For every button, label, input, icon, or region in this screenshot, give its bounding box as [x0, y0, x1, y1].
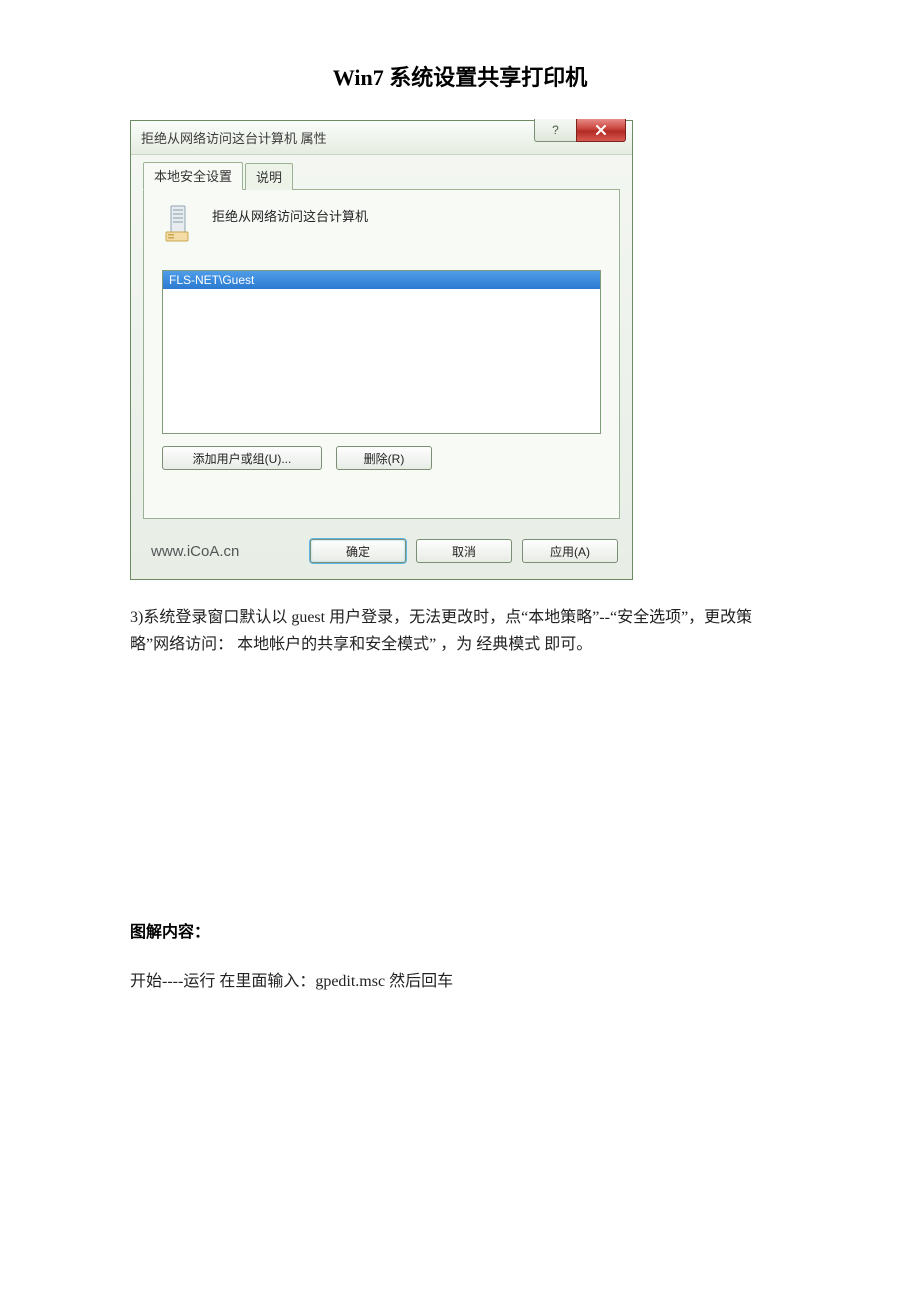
tab-explain[interactable]: 说明: [245, 163, 293, 190]
dialog-titlebar: 拒绝从网络访问这台计算机 属性 ?: [131, 121, 632, 155]
watermark-text: www.iCoA.cn: [151, 543, 239, 560]
tab-panel: 拒绝从网络访问这台计算机 FLS-NET\Guest 添加用户或组(U)... …: [143, 189, 620, 519]
close-button[interactable]: [576, 119, 626, 142]
tab-local-security[interactable]: 本地安全设置: [143, 162, 243, 190]
section-heading: 图解内容：: [130, 918, 790, 942]
apply-button[interactable]: 应用(A): [522, 539, 618, 563]
instruction-line: 开始----运行 在里面输入：gpedit.msc 然后回车: [130, 968, 790, 995]
cancel-button[interactable]: 取消: [416, 539, 512, 563]
policy-name-label: 拒绝从网络访问这台计算机: [212, 206, 368, 225]
add-user-button[interactable]: 添加用户或组(U)...: [162, 446, 322, 470]
help-button[interactable]: ?: [534, 119, 576, 142]
remove-button[interactable]: 删除(R): [336, 446, 432, 470]
ok-button[interactable]: 确定: [310, 539, 406, 563]
tab-strip: 本地安全设置 说明: [143, 163, 620, 189]
dialog-footer: www.iCoA.cn 确定 取消 应用(A): [131, 529, 632, 579]
properties-dialog: 拒绝从网络访问这台计算机 属性 ? 本地安全设置 说明: [130, 120, 633, 580]
list-item[interactable]: FLS-NET\Guest: [163, 271, 600, 289]
dialog-title-text: 拒绝从网络访问这台计算机 属性: [141, 128, 327, 147]
help-icon: ?: [552, 123, 559, 137]
document-title: Win7 系统设置共享打印机: [130, 60, 790, 92]
server-icon: [162, 204, 198, 244]
close-icon: [595, 125, 607, 135]
user-listbox[interactable]: FLS-NET\Guest: [162, 270, 601, 434]
paragraph-step3: 3)系统登录窗口默认以 guest 用户登录，无法更改时，点“本地策略”--“安…: [130, 604, 790, 658]
